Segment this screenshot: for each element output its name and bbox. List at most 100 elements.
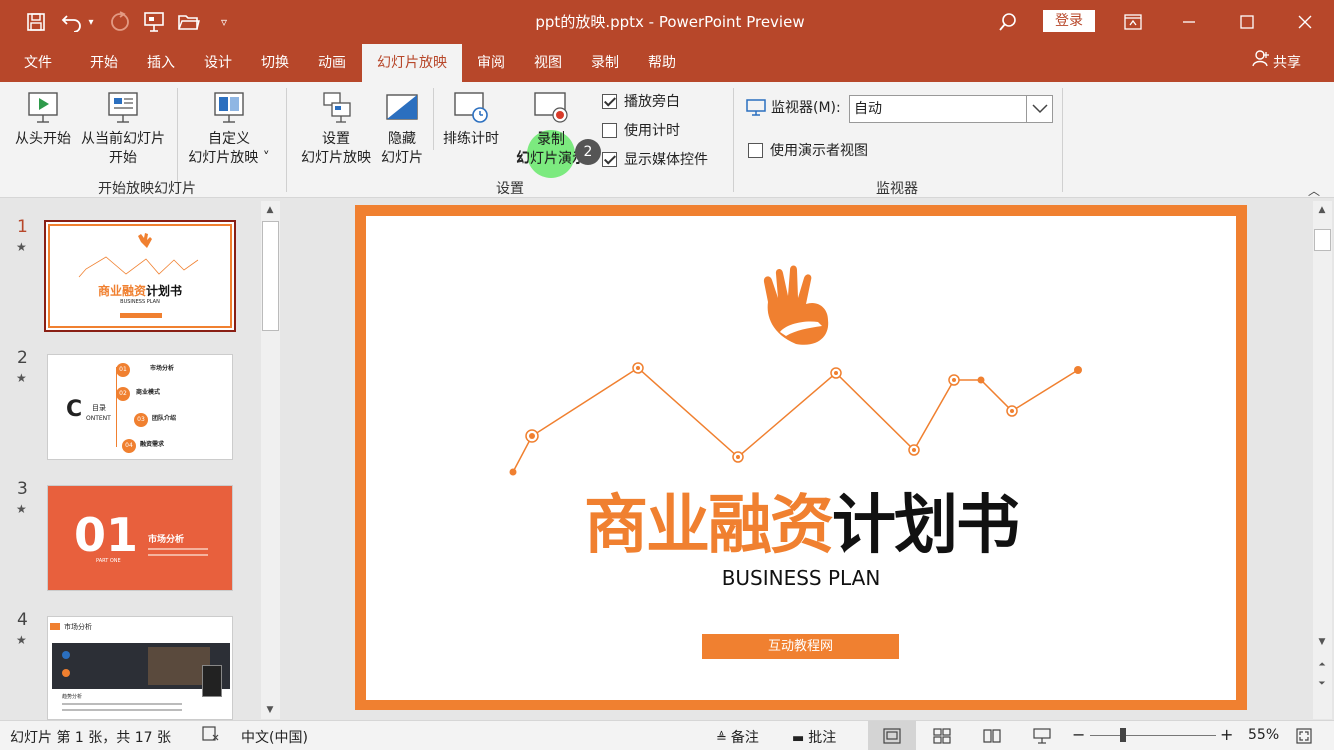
show-media-controls-checkbox[interactable]: 显示媒体控件: [602, 149, 708, 169]
collapse-ribbon-icon[interactable]: ︿: [1308, 182, 1320, 199]
tab-insert[interactable]: 插入: [135, 44, 187, 82]
thumb-2-item-title: 商业模式: [136, 389, 161, 396]
checkbox-unchecked-icon: [602, 122, 617, 138]
setup-group-label: 设置: [496, 181, 524, 197]
notes-button[interactable]: ≜ 备注: [716, 727, 759, 747]
trend-line: [509, 362, 1082, 476]
tab-design[interactable]: 设计: [192, 44, 244, 82]
tab-transitions[interactable]: 切换: [249, 44, 301, 82]
monitor-select-value: 自动: [854, 101, 882, 117]
slide-thumbnail-4[interactable]: 市场分析 趋势分析: [47, 616, 233, 720]
slide-subtitle[interactable]: BUSINESS PLAN: [366, 566, 1236, 590]
scroll-thumb[interactable]: [1314, 229, 1331, 251]
reading-view-button[interactable]: [983, 728, 1001, 748]
maximize-icon[interactable]: [1224, 0, 1270, 44]
thumb-number: 2: [17, 348, 28, 368]
zoom-out-icon[interactable]: −: [1072, 725, 1085, 744]
customize-toolbar-icon[interactable]: ▿: [210, 8, 238, 36]
rehearse-label: 排练计时: [443, 131, 499, 147]
presenter-view-checkbox[interactable]: 使用演示者视图: [748, 140, 868, 160]
ribbon-slideshow: 从头开始 从当前幻灯片 开始 自定义 幻灯片放映 ˅ 开始放映幻灯片 设置 幻灯…: [0, 82, 1334, 198]
tab-animations[interactable]: 动画: [306, 44, 358, 82]
play-narrations-checkbox[interactable]: 播放旁白: [602, 91, 680, 111]
record-label-overlay-1: 录制: [537, 132, 565, 148]
checkbox-checked-icon: [602, 151, 617, 167]
slideshow-view-button[interactable]: [1033, 728, 1051, 748]
scroll-thumb[interactable]: [262, 221, 279, 331]
zoom-slider[interactable]: [1090, 735, 1216, 736]
checkbox-checked-icon: [602, 93, 617, 109]
slide-thumbnail-1[interactable]: 商业融资计划书 BUSINESS PLAN: [44, 220, 236, 332]
use-timings-checkbox[interactable]: 使用计时: [602, 120, 680, 140]
rehearse-timings-button[interactable]: 排练计时: [438, 90, 504, 149]
normal-view-button[interactable]: [868, 721, 916, 750]
next-slide-icon[interactable]: ⏷: [1313, 675, 1331, 693]
thumb-1-subtitle: BUSINESS PLAN: [120, 299, 160, 305]
zoom-slider-thumb[interactable]: [1120, 728, 1126, 742]
thumbnails-scrollbar[interactable]: ▲ ▼: [261, 201, 280, 719]
chevron-down-icon[interactable]: [1026, 96, 1052, 122]
tab-home[interactable]: 开始: [78, 44, 130, 82]
setup-label-2: 幻灯片放映: [301, 150, 371, 166]
setup-slideshow-button[interactable]: 设置 幻灯片放映: [296, 90, 376, 168]
thumb-4-dot: [62, 669, 70, 677]
custom-slideshow-button[interactable]: 自定义 幻灯片放映 ˅: [181, 90, 277, 168]
tab-view[interactable]: 视图: [522, 44, 574, 82]
open-folder-icon[interactable]: [175, 8, 203, 36]
accessibility-icon[interactable]: [202, 726, 220, 746]
undo-icon[interactable]: [58, 8, 86, 36]
thumb-2-connector: [116, 367, 126, 447]
thumb-2-label-bottom: ONTENT: [86, 415, 111, 422]
tab-record[interactable]: 录制: [579, 44, 631, 82]
language-indicator[interactable]: 中文(中国): [241, 727, 308, 747]
scroll-up-icon[interactable]: ▲: [261, 201, 279, 219]
zoom-in-icon[interactable]: +: [1220, 725, 1233, 744]
tab-review[interactable]: 审阅: [465, 44, 517, 82]
slide-title[interactable]: 商业融资计划书: [366, 486, 1236, 566]
slide-thumbnail-2[interactable]: C 目录 ONTENT 01 市场分析 02 商业模式 03 团队介绍 04 融…: [47, 354, 233, 460]
zoom-level[interactable]: 55%: [1248, 727, 1279, 743]
tab-help[interactable]: 帮助: [636, 44, 688, 82]
slide-sorter-icon: [933, 728, 951, 744]
from-current-slide-button[interactable]: 从当前幻灯片 开始: [77, 90, 169, 168]
monitor-select[interactable]: 自动: [849, 95, 1053, 123]
scroll-down-icon[interactable]: ▼: [261, 701, 279, 719]
fit-to-window-button[interactable]: [1296, 728, 1312, 748]
slide-thumbnail-3[interactable]: 01 PART ONE 市场分析: [47, 485, 233, 591]
thumb-4-phone: [202, 665, 222, 697]
monitor-group-label: 监视器: [876, 181, 918, 197]
slide-cta-button[interactable]: 互动教程网: [702, 634, 899, 659]
thumb-2-item-num: 02: [116, 387, 130, 401]
animation-star-icon: ★: [16, 240, 27, 254]
minimize-icon[interactable]: [1166, 0, 1212, 44]
hide-slide-button[interactable]: 隐藏 幻灯片: [380, 90, 424, 168]
previous-slide-icon[interactable]: ⏶: [1313, 656, 1331, 674]
slide-sorter-button[interactable]: [933, 728, 951, 748]
current-slide[interactable]: 商业融资计划书 BUSINESS PLAN 互动教程网: [366, 216, 1236, 700]
use-timings-label: 使用计时: [624, 123, 680, 139]
redo-icon[interactable]: [106, 8, 134, 36]
fit-window-icon: [1296, 728, 1312, 744]
thumb-2-label-top: 目录: [92, 404, 106, 412]
tab-file[interactable]: 文件: [12, 44, 64, 82]
rehearse-timer-icon: [454, 92, 488, 123]
login-button[interactable]: 登录: [1043, 10, 1095, 32]
tab-slideshow[interactable]: 幻灯片放映: [362, 44, 462, 82]
comments-button[interactable]: ▬ 批注: [792, 727, 836, 747]
thumb-2-c-letter: C: [66, 397, 83, 422]
slide-scrollbar[interactable]: ▲ ▼ ⏶ ⏷: [1313, 201, 1332, 719]
present-icon[interactable]: [140, 8, 168, 36]
share-button[interactable]: 共享: [1252, 44, 1301, 82]
scroll-down-icon[interactable]: ▼: [1313, 633, 1331, 651]
close-icon[interactable]: [1282, 0, 1328, 44]
ribbon-display-options-icon[interactable]: [1110, 0, 1156, 44]
group-divider: [177, 88, 178, 192]
save-icon[interactable]: [22, 8, 50, 36]
from-beginning-button[interactable]: 从头开始: [12, 90, 74, 149]
undo-dropdown-icon[interactable]: ▾: [84, 8, 98, 36]
group-divider: [433, 88, 434, 150]
thumb-4-header: 市场分析: [64, 623, 92, 631]
thumb-3-line: [148, 548, 208, 550]
scroll-up-icon[interactable]: ▲: [1313, 201, 1331, 219]
search-icon[interactable]: [994, 8, 1022, 36]
